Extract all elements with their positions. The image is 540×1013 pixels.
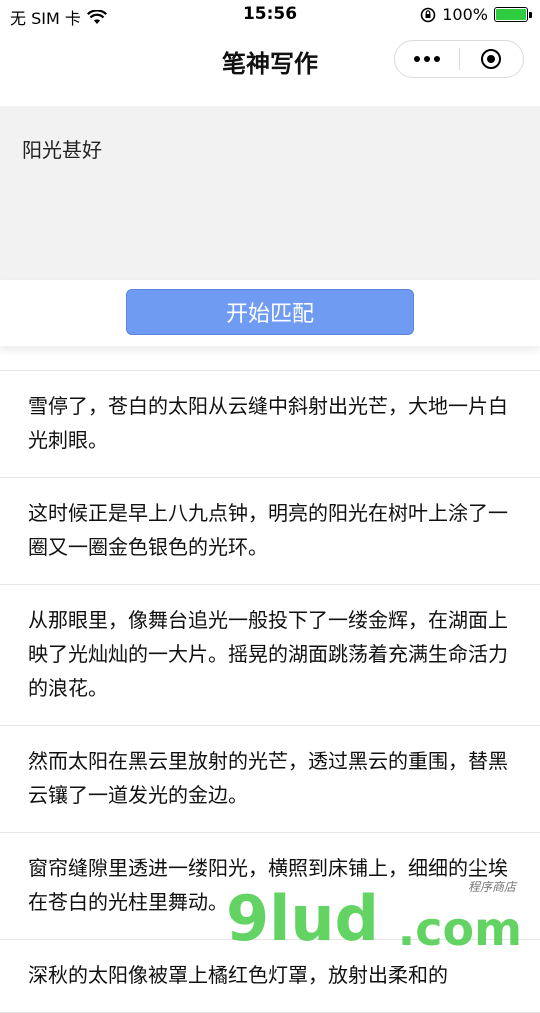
- status-right: 100%: [420, 5, 532, 24]
- more-button[interactable]: [395, 41, 459, 77]
- start-match-button[interactable]: 开始匹配: [126, 289, 414, 335]
- results-list: 雪停了，苍白的太阳从云缝中斜射出光芒，大地一片白光刺眼。 这时候正是早上八九点钟…: [0, 370, 540, 1013]
- button-row: 开始匹配: [0, 280, 540, 346]
- orientation-lock-icon: [420, 7, 436, 22]
- status-bar: 无 SIM 卡 15:56 100%: [0, 0, 540, 30]
- nav-bar: 笔神写作: [0, 30, 540, 90]
- search-input-area: 阳光甚好: [0, 106, 540, 280]
- search-input[interactable]: 阳光甚好: [0, 106, 540, 280]
- list-item[interactable]: 从那眼里，像舞台追光一般投下了一缕金辉，在湖面上映了光灿灿的一大片。摇晃的湖面跳…: [0, 585, 540, 726]
- mini-program-capsule: [394, 40, 524, 78]
- list-item[interactable]: 雪停了，苍白的太阳从云缝中斜射出光芒，大地一片白光刺眼。: [0, 370, 540, 478]
- battery-percent: 100%: [442, 5, 488, 24]
- list-item[interactable]: 窗帘缝隙里透进一缕阳光，横照到床铺上，细细的尘埃在苍白的光柱里舞动。: [0, 833, 540, 940]
- battery-icon: [494, 7, 532, 22]
- more-dots-icon: [413, 56, 440, 62]
- list-item[interactable]: 这时候正是早上八九点钟，明亮的阳光在树叶上涂了一圈又一圈金色银色的光环。: [0, 478, 540, 585]
- close-mini-program-button[interactable]: [460, 41, 524, 77]
- list-item[interactable]: 深秋的太阳像被罩上橘红色灯罩，放射出柔和的: [0, 940, 540, 1013]
- target-circle-icon: [481, 49, 502, 69]
- list-item[interactable]: 然而太阳在黑云里放射的光芒，透过黑云的重围，替黑云镶了一道发光的金边。: [0, 726, 540, 833]
